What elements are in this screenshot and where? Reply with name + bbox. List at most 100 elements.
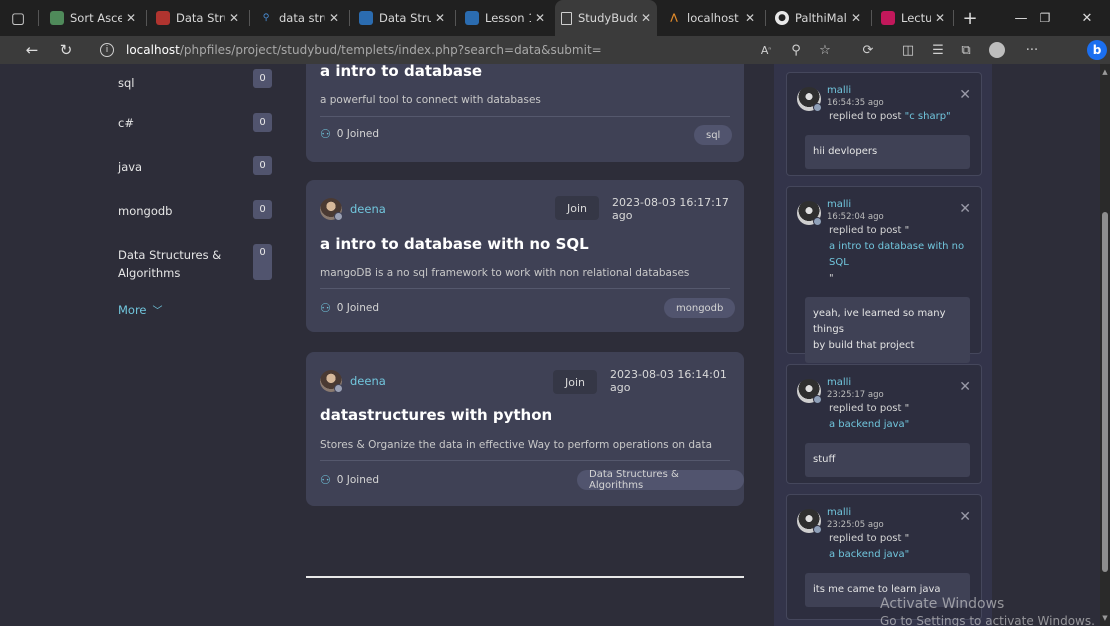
tab-close-icon[interactable]: ✕ <box>329 11 339 25</box>
activity-action: replied to post " <box>829 403 910 414</box>
page-icon <box>561 11 572 25</box>
topic-count-badge: 0 <box>253 200 272 219</box>
scrollbar-thumb[interactable] <box>1102 212 1108 572</box>
room-title[interactable]: a intro to database <box>320 64 482 80</box>
scroll-down-arrow-icon[interactable]: ▼ <box>1100 612 1110 624</box>
topic-count-badge: 0 <box>253 156 272 175</box>
back-arrow-icon[interactable]: ← <box>18 36 46 64</box>
tab-close-icon[interactable]: ✕ <box>229 11 239 25</box>
site-info-icon[interactable]: i <box>100 43 114 57</box>
activity-time: 23:25:17 ago <box>827 390 884 400</box>
activity-message: yeah, ive learned so many things by buil… <box>805 297 970 363</box>
topic-csharp[interactable]: c# <box>118 116 134 130</box>
people-icon: ⚇ <box>320 473 331 487</box>
room-title[interactable]: datastructures with python <box>320 406 552 424</box>
refresh-icon[interactable]: ↻ <box>52 36 80 64</box>
browser-tab-2[interactable]: Data Struc✕ <box>150 0 245 36</box>
activity-post-link[interactable]: a backend java" <box>829 419 909 430</box>
join-button[interactable]: Join <box>553 370 597 394</box>
room-topic-tag[interactable]: Data Structures & Algorithms <box>577 469 744 491</box>
activity-post-link[interactable]: a backend java" <box>829 549 909 560</box>
studybud-page: sql 0 c# 0 java 0 mongodb 0 Data Structu… <box>0 64 1110 626</box>
more-topics-link[interactable]: More ﹀ <box>118 302 163 318</box>
user-avatar[interactable] <box>797 87 822 112</box>
user-avatar[interactable] <box>797 201 822 226</box>
joined-count: ⚇ 0 Joined <box>320 301 380 315</box>
join-button[interactable]: Join <box>555 196 599 220</box>
user-avatar[interactable] <box>797 379 822 404</box>
room-host[interactable]: deena <box>320 198 386 221</box>
tab-favicon-icon <box>465 11 479 25</box>
browser-tab-5[interactable]: Lesson 1 -✕ <box>459 0 551 36</box>
tab-close-icon[interactable]: ✕ <box>435 11 445 25</box>
address-bar: ← ↻ i localhost/phpfiles/project/studybu… <box>0 36 1110 64</box>
activity-user[interactable]: malli <box>827 507 851 518</box>
chevron-down-icon: ﹀ <box>152 306 163 317</box>
tab-close-icon[interactable]: ✕ <box>851 11 861 25</box>
topic-mongodb[interactable]: mongodb <box>118 204 172 218</box>
favorites-list-icon[interactable]: ☰ <box>925 36 951 64</box>
room-title[interactable]: a intro to database with no SQL <box>320 235 589 253</box>
topic-sql[interactable]: sql <box>118 76 135 90</box>
host-avatar <box>320 370 343 393</box>
extensions-icon[interactable]: ⟳ <box>855 36 881 64</box>
activity-post-link[interactable]: SQL <box>829 257 849 268</box>
close-icon[interactable]: ✕ <box>959 509 971 525</box>
activity-time: 16:54:35 ago <box>827 98 884 108</box>
more-menu-icon[interactable]: ··· <box>1019 36 1045 64</box>
new-tab-plus-icon[interactable]: + <box>956 0 984 36</box>
topic-data-structures[interactable]: Data Structures & Algorithms <box>118 246 221 282</box>
room-host[interactable]: deena <box>320 370 386 393</box>
activity-action: replied to post " <box>829 225 910 236</box>
browser-tab-8[interactable]: ● PalthiMalle✕ <box>769 0 867 36</box>
browser-tab-7[interactable]: ⋀ localhost / ✕ <box>661 0 761 36</box>
tab-close-icon[interactable]: ✕ <box>935 11 945 25</box>
profile-avatar-icon[interactable] <box>984 36 1010 64</box>
search-tab-icon: ⚲ <box>262 13 270 23</box>
user-avatar[interactable] <box>797 509 822 534</box>
close-window-icon[interactable]: ✕ <box>1064 0 1110 36</box>
url-path: /phpfiles/project/studybud/templets/inde… <box>179 43 602 57</box>
activity-user[interactable]: malli <box>827 85 851 96</box>
tab-close-icon[interactable]: ✕ <box>126 11 136 25</box>
favorite-star-icon[interactable]: ☆ <box>812 36 838 64</box>
tab-favicon-icon <box>359 11 373 25</box>
activation-watermark-title: Activate Windows <box>880 596 1005 612</box>
restore-icon[interactable]: ❐ <box>1022 0 1068 36</box>
close-icon[interactable]: ✕ <box>959 379 971 395</box>
tab-close-icon[interactable]: ✕ <box>745 11 755 25</box>
collections-icon[interactable]: ⧉ <box>953 36 979 64</box>
room-created-time: 2023-08-03 16:17:17 ago <box>612 196 729 222</box>
tab-actions-icon[interactable]: ▢ <box>4 0 32 36</box>
topic-count-badge: 0 <box>253 69 272 88</box>
activity-post-link[interactable]: "c sharp" <box>905 111 951 122</box>
room-topic-tag[interactable]: sql <box>694 125 733 145</box>
room-topic-tag[interactable]: mongodb <box>664 298 736 318</box>
close-icon[interactable]: ✕ <box>959 201 971 217</box>
browser-tab-3[interactable]: ⚲ data struct✕ <box>253 0 345 36</box>
url-field[interactable]: i localhost/phpfiles/project/studybud/te… <box>90 38 790 62</box>
github-icon: ● <box>775 11 789 25</box>
activity-time: 23:25:05 ago <box>827 520 884 530</box>
bing-chat-icon[interactable]: b <box>1084 36 1110 64</box>
topic-java[interactable]: java <box>118 160 142 174</box>
activity-user[interactable]: malli <box>827 377 851 388</box>
scroll-up-arrow-icon[interactable]: ▲ <box>1100 66 1110 78</box>
split-screen-icon[interactable]: ◫ <box>895 36 921 64</box>
tab-close-icon[interactable]: ✕ <box>535 11 545 25</box>
phpmyadmin-icon: ⋀ <box>670 13 678 23</box>
tab-close-icon[interactable]: ✕ <box>641 11 651 25</box>
activity-user[interactable]: malli <box>827 199 851 210</box>
room-description: mangoDB is a no sql framework to work wi… <box>320 267 690 279</box>
browser-tab-4[interactable]: Data Struct✕ <box>353 0 451 36</box>
close-icon[interactable]: ✕ <box>959 87 971 103</box>
zoom-icon[interactable]: ⚲ <box>783 36 809 64</box>
joined-count: ⚇ 0 Joined <box>320 127 380 141</box>
browser-tab-1[interactable]: Sort Ascen✕ <box>44 0 142 36</box>
tab-favicon-icon <box>881 11 895 25</box>
browser-tab-studybud-active[interactable]: StudyBudd ✕ <box>555 0 657 36</box>
url-host: localhost <box>126 43 180 57</box>
read-aloud-icon[interactable]: Aⁿ <box>753 36 779 64</box>
activity-post-link[interactable]: a intro to database with no <box>829 241 964 252</box>
browser-tab-9[interactable]: Lecture 1 -✕ <box>875 0 951 36</box>
